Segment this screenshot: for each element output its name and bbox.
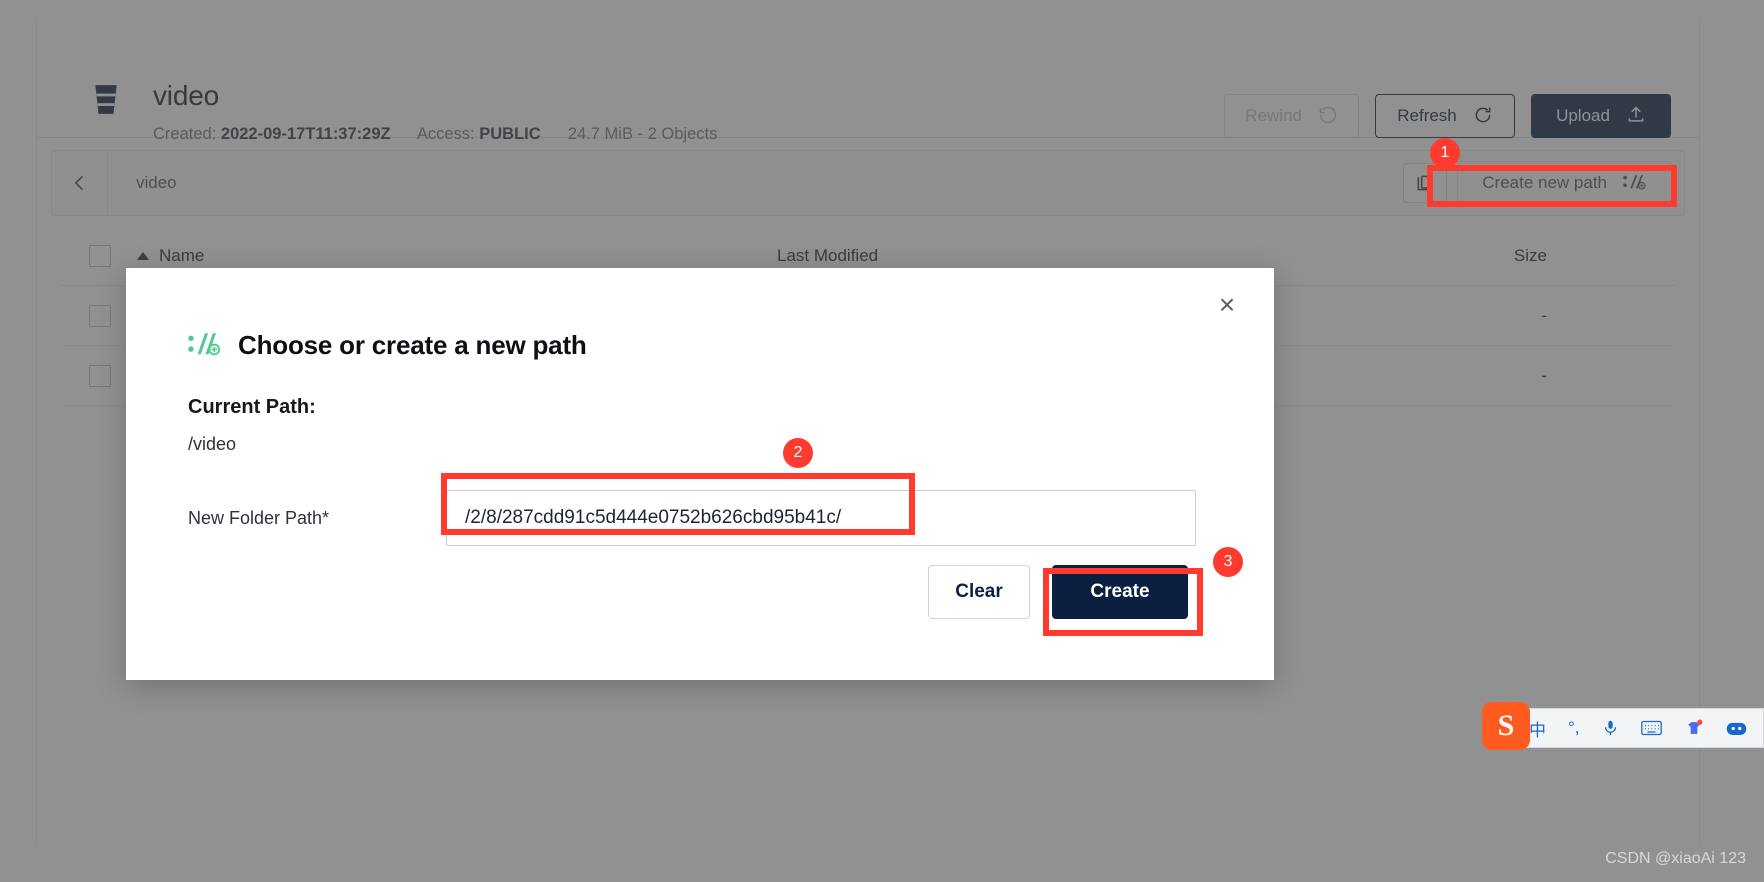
skin-icon[interactable] (1684, 718, 1704, 738)
new-folder-path-label: New Folder Path* (188, 507, 330, 528)
ime-toolbar[interactable]: 中 °, (1494, 708, 1764, 748)
keyboard-icon[interactable] (1640, 720, 1662, 736)
dialog-title-row: Choose or create a new path (188, 330, 587, 361)
dialog-title: Choose or create a new path (238, 330, 587, 360)
emoji-icon[interactable] (1726, 720, 1747, 737)
new-path-icon (188, 331, 222, 361)
microphone-icon[interactable] (1602, 718, 1619, 738)
create-button[interactable]: Create (1052, 565, 1188, 619)
new-folder-path-input[interactable] (446, 490, 1196, 546)
ime-chinese-mode[interactable]: 中 (1529, 716, 1546, 741)
ime-punctuation-mode[interactable]: °, (1568, 718, 1580, 738)
clear-button[interactable]: Clear (928, 565, 1030, 619)
annotation-badge-2: 2 (783, 438, 813, 468)
create-path-dialog: × Choose or create a new path Current Pa… (126, 268, 1274, 680)
current-path-value: /video (188, 434, 237, 454)
annotation-badge-1: 1 (1430, 138, 1460, 168)
close-icon[interactable]: × (1206, 284, 1248, 326)
watermark: CSDN @xiaoAi 123 (1605, 850, 1746, 867)
annotation-badge-3: 3 (1213, 547, 1243, 577)
dialog-actions: Clear Create (928, 565, 1188, 619)
new-folder-path-row: New Folder Path* (188, 490, 1196, 546)
current-path-label: Current Path: (188, 396, 316, 418)
screenshot-root: video Created: 2022-09-17T11:37:29Z Acce… (0, 0, 1764, 882)
sogou-ime-logo[interactable]: S (1482, 702, 1530, 750)
